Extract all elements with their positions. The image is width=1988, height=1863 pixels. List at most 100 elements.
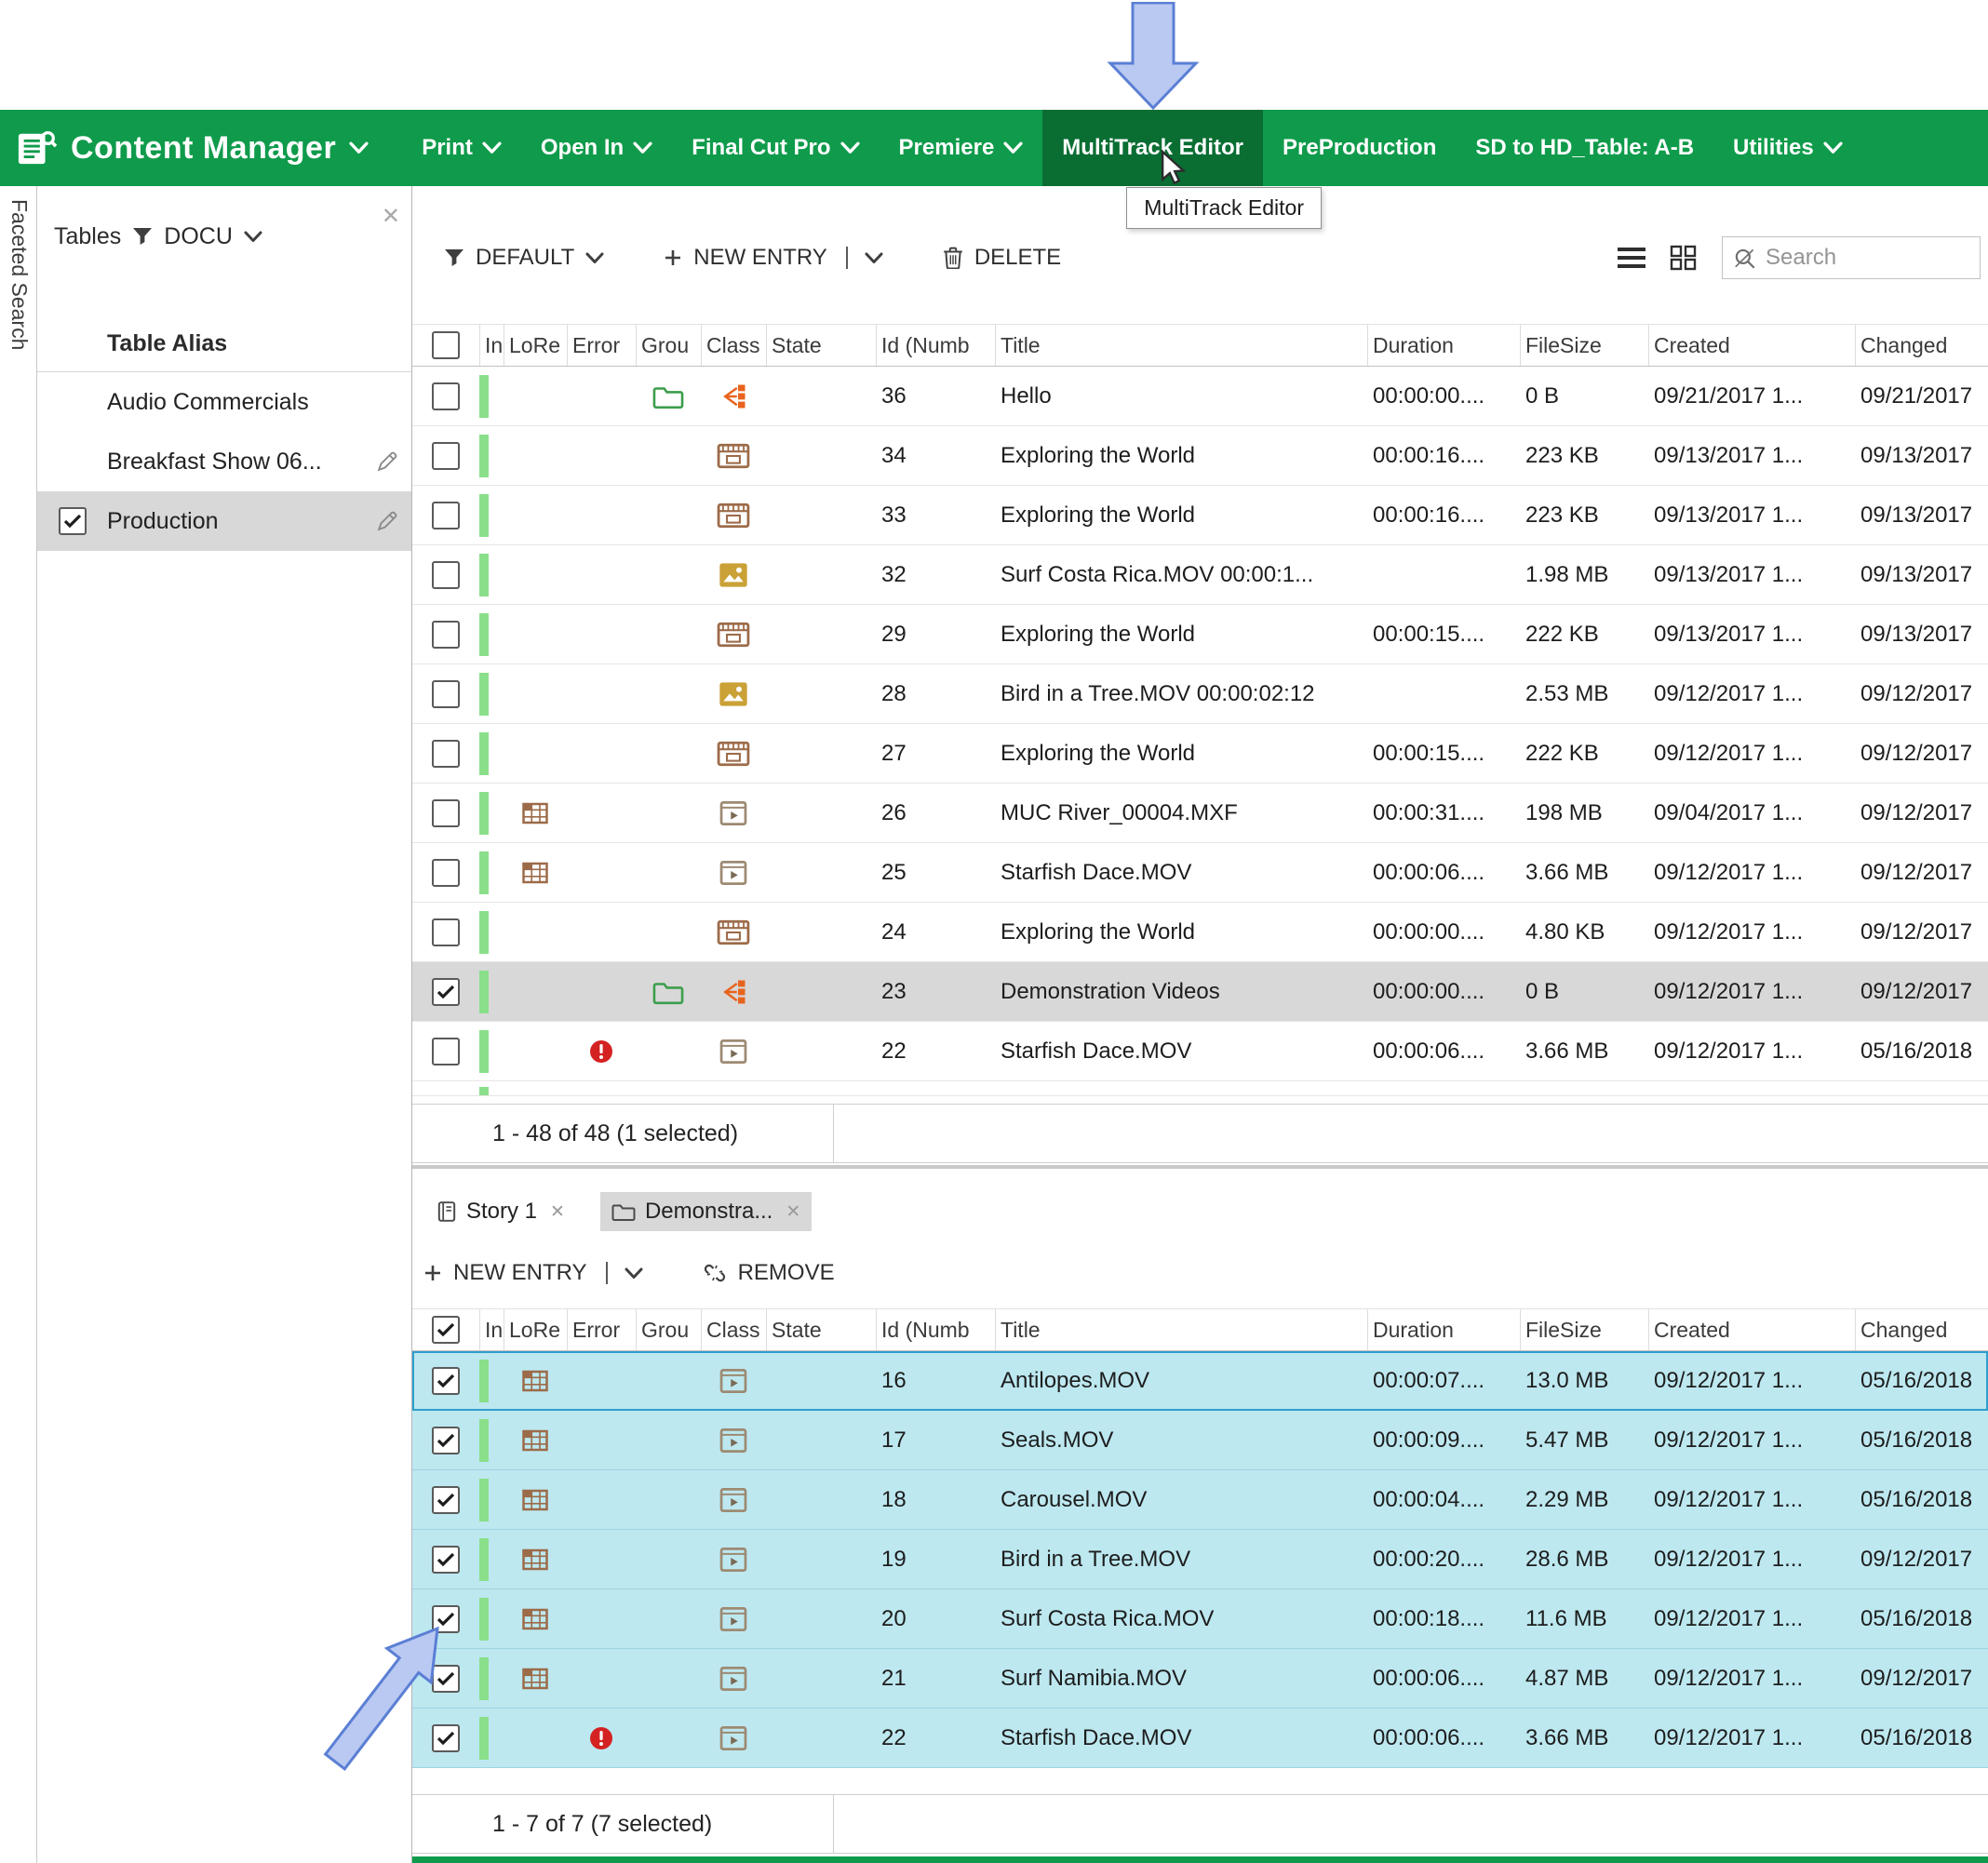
- cell-filesize: 222 KB: [1520, 622, 1648, 648]
- table-row[interactable]: 20 Surf Costa Rica.MOV 00:00:18.... 11.6…: [412, 1589, 1988, 1649]
- table-row[interactable]: 19 Bird in a Tree.MOV 00:00:20.... 28.6 …: [412, 1530, 1988, 1589]
- header-checkbox[interactable]: [432, 1316, 460, 1344]
- remove-button[interactable]: REMOVE: [703, 1260, 835, 1286]
- column-header-duration[interactable]: Duration: [1367, 1309, 1520, 1350]
- chip-close-icon[interactable]: ✕: [786, 1201, 800, 1223]
- list-view-button[interactable]: [1616, 246, 1647, 270]
- column-header-changed[interactable]: Changed: [1855, 1309, 1988, 1350]
- menu-item-open-in[interactable]: Open In: [521, 110, 672, 186]
- row-checkbox[interactable]: [432, 740, 460, 768]
- row-checkbox[interactable]: [432, 442, 460, 470]
- table-row[interactable]: 18 Carousel.MOV 00:00:04.... 2.29 MB 09/…: [412, 1470, 1988, 1530]
- row-checkbox[interactable]: [432, 1486, 460, 1514]
- cell-id: 18: [876, 1487, 995, 1513]
- row-checkbox[interactable]: [432, 502, 460, 529]
- cell-filesize: 11.6 MB: [1520, 1606, 1648, 1632]
- table-row[interactable]: 17 Seals.MOV 00:00:09.... 5.47 MB 09/12/…: [412, 1411, 1988, 1470]
- sidebar-table-production[interactable]: Production: [37, 491, 411, 551]
- faceted-search-panel-tab[interactable]: Faceted Search: [0, 186, 37, 1863]
- column-header-state[interactable]: State: [766, 1309, 876, 1350]
- table-row[interactable]: 26 MUC River_00004.MXF 00:00:31.... 198 …: [412, 784, 1988, 843]
- column-header-lore[interactable]: LoRe: [504, 325, 567, 366]
- close-icon[interactable]: ✕: [382, 203, 400, 230]
- table-row[interactable]: 24 Exploring the World 00:00:00.... 4.80…: [412, 903, 1988, 962]
- row-checkbox[interactable]: [432, 621, 460, 649]
- row-checkbox[interactable]: [432, 799, 460, 827]
- filter-funnel-icon[interactable]: [132, 227, 153, 246]
- table-row[interactable]: 16 Antilopes.MOV 00:00:07.... 13.0 MB 09…: [412, 1351, 1988, 1411]
- column-header-title[interactable]: Title: [995, 325, 1367, 366]
- row-checkbox[interactable]: [432, 1427, 460, 1454]
- sidebar-table-audio-commercials[interactable]: Audio Commercials: [37, 372, 411, 432]
- delete-button[interactable]: DELETE: [943, 245, 1061, 271]
- table-row[interactable]: 22 Starfish Dace.MOV 00:00:06.... 3.66 M…: [412, 1022, 1988, 1081]
- folder-icon: [652, 383, 684, 409]
- row-checkbox[interactable]: [432, 859, 460, 887]
- column-header-class[interactable]: Class: [701, 1309, 766, 1350]
- in-status-bar: [479, 1419, 489, 1462]
- column-header-class[interactable]: Class: [701, 325, 766, 366]
- panel-splitter[interactable]: [412, 1165, 1988, 1169]
- menu-item-final-cut-pro[interactable]: Final Cut Pro: [672, 110, 879, 186]
- sidebar-table-breakfast-show-06[interactable]: Breakfast Show 06...: [37, 432, 411, 491]
- menu-item-sd-to-hd-table-a-b[interactable]: SD to HD_Table: A-B: [1456, 110, 1713, 186]
- column-header-filesize[interactable]: FileSize: [1520, 1309, 1648, 1350]
- new-entry-button[interactable]: NEW ENTRY: [664, 245, 883, 271]
- column-header-title[interactable]: Title: [995, 1309, 1367, 1350]
- row-checkbox[interactable]: [432, 978, 460, 1006]
- chevron-down-icon[interactable]: [244, 231, 262, 243]
- column-header-duration[interactable]: Duration: [1367, 325, 1520, 366]
- menu-item-premiere[interactable]: Premiere: [880, 110, 1043, 186]
- table-row[interactable]: 29 Exploring the World 00:00:15.... 222 …: [412, 605, 1988, 664]
- table-row[interactable]: 28 Bird in a Tree.MOV 00:00:02:12 2.53 M…: [412, 664, 1988, 724]
- table-row[interactable]: 36 Hello 00:00:00.... 0 B 09/21/2017 1..…: [412, 367, 1988, 426]
- column-header-created[interactable]: Created: [1648, 1309, 1855, 1350]
- menu-item-utilities[interactable]: Utilities: [1713, 110, 1862, 186]
- table-row[interactable]: 25 Starfish Dace.MOV 00:00:06.... 3.66 M…: [412, 843, 1988, 903]
- filter-default-button[interactable]: DEFAULT: [444, 245, 604, 271]
- row-checkbox[interactable]: [432, 1546, 460, 1574]
- app-brand[interactable]: Content Manager: [0, 110, 387, 186]
- table-row[interactable]: 32 Surf Costa Rica.MOV 00:00:1... 1.98 M…: [412, 545, 1988, 605]
- search-input[interactable]: [1766, 245, 1952, 271]
- error-icon: [588, 1039, 614, 1065]
- chip-close-icon[interactable]: ✕: [550, 1201, 565, 1223]
- column-header-state[interactable]: State: [766, 325, 876, 366]
- row-checkbox[interactable]: [432, 382, 460, 410]
- video-clip-icon: [719, 1427, 747, 1454]
- grid-view-button[interactable]: [1670, 245, 1698, 271]
- row-checkbox[interactable]: [432, 1367, 460, 1395]
- column-header-id-numb[interactable]: Id (Numb: [876, 325, 995, 366]
- column-header-in[interactable]: In: [479, 325, 504, 366]
- chip-story-1[interactable]: Story 1 ✕: [425, 1192, 576, 1231]
- table-checkbox[interactable]: [59, 507, 87, 535]
- table-row[interactable]: 21 Surf Namibia.MOV 00:00:06.... 4.87 MB…: [412, 1649, 1988, 1709]
- table-row[interactable]: 27 Exploring the World 00:00:15.... 222 …: [412, 724, 1988, 784]
- tables-filter-value[interactable]: DOCU: [164, 223, 233, 250]
- row-checkbox[interactable]: [432, 680, 460, 708]
- column-header-id-numb[interactable]: Id (Numb: [876, 1309, 995, 1350]
- table-row[interactable]: 23 Demonstration Videos 00:00:00.... 0 B…: [412, 962, 1988, 1022]
- pen-icon[interactable]: [375, 510, 398, 533]
- column-header-error[interactable]: Error: [567, 325, 636, 366]
- column-header-in[interactable]: In: [479, 1309, 504, 1350]
- menu-item-preproduction[interactable]: PreProduction: [1263, 110, 1456, 186]
- menu-item-print[interactable]: Print: [402, 110, 521, 186]
- column-header-lore[interactable]: LoRe: [504, 1309, 567, 1350]
- new-entry-button[interactable]: NEW ENTRY: [423, 1260, 643, 1286]
- column-header-grou[interactable]: Grou: [636, 325, 701, 366]
- pen-icon[interactable]: [375, 450, 398, 474]
- column-header-created[interactable]: Created: [1648, 325, 1855, 366]
- chip-demonstra[interactable]: Demonstra... ✕: [600, 1192, 812, 1231]
- row-checkbox[interactable]: [432, 918, 460, 946]
- column-header-grou[interactable]: Grou: [636, 1309, 701, 1350]
- row-checkbox[interactable]: [432, 1038, 460, 1066]
- row-checkbox[interactable]: [432, 561, 460, 589]
- table-row[interactable]: 33 Exploring the World 00:00:16.... 223 …: [412, 486, 1988, 545]
- table-row[interactable]: 22 Starfish Dace.MOV 00:00:06.... 3.66 M…: [412, 1709, 1988, 1768]
- column-header-error[interactable]: Error: [567, 1309, 636, 1350]
- header-checkbox[interactable]: [432, 331, 460, 359]
- column-header-filesize[interactable]: FileSize: [1520, 325, 1648, 366]
- table-row[interactable]: 34 Exploring the World 00:00:16.... 223 …: [412, 426, 1988, 486]
- column-header-changed[interactable]: Changed: [1855, 325, 1988, 366]
